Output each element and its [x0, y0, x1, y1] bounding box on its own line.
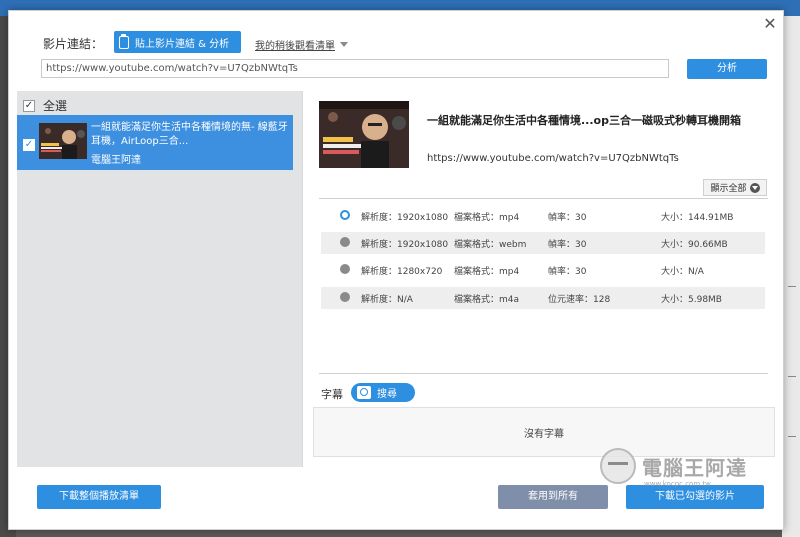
analyze-button[interactable]: 分析: [687, 59, 767, 79]
video-url: https://www.youtube.com/watch?v=U7QzbNWt…: [427, 153, 679, 164]
format-row[interactable]: 解析度：1280x720 檔案格式：mp4 幀率：30 大小：N/A: [321, 259, 765, 281]
format-size: 大小：144.91MB: [661, 213, 734, 223]
select-all[interactable]: ✓ 全選: [23, 97, 67, 114]
format-radio[interactable]: [340, 237, 350, 247]
search-icon: [357, 386, 371, 399]
format-rate: 幀率：30: [548, 213, 587, 223]
format-row[interactable]: 解析度：N/A 檔案格式：m4a 位元速率：128 大小：5.98MB: [321, 287, 765, 309]
video-list-panel: ✓ 全選 ✓ 一組就能滿足你生活中各種情境的無- 線藍牙耳機，AirLoop三合…: [17, 91, 302, 467]
section-divider: [319, 198, 768, 199]
close-button[interactable]: ✕: [761, 15, 779, 33]
format-type: 檔案格式：mp4: [454, 267, 520, 277]
paste-analyze-button[interactable]: 貼上影片連結 & 分析: [114, 31, 241, 53]
paste-analyze-label: 貼上影片連結 & 分析: [135, 38, 230, 50]
format-size: 大小：N/A: [661, 267, 704, 277]
format-resolution: 解析度：1920x1080: [361, 213, 449, 223]
format-type: 檔案格式：m4a: [454, 295, 520, 305]
watermark-logo-icon: [600, 448, 636, 484]
format-size: 大小：5.98MB: [661, 295, 722, 305]
format-size: 大小：90.66MB: [661, 240, 728, 250]
select-all-checkbox[interactable]: ✓: [23, 99, 35, 112]
no-subtitle-text: 沒有字幕: [524, 428, 564, 440]
video-thumbnail: [39, 123, 87, 159]
chevron-down-icon: [749, 182, 760, 193]
background-app-right: [782, 16, 800, 537]
format-radio[interactable]: [340, 264, 350, 274]
format-rate: 幀率：30: [548, 240, 587, 250]
clipboard-icon: [119, 33, 129, 49]
format-resolution: 解析度：N/A: [361, 295, 413, 305]
section-divider: [319, 373, 768, 374]
select-all-label: 全選: [43, 99, 68, 113]
watermark: 電腦王阿達 www.kocpc.com.tw: [600, 446, 780, 488]
close-icon: ✕: [763, 14, 777, 33]
video-item-channel: 電腦王阿達: [91, 155, 141, 166]
format-type: 檔案格式：webm: [454, 240, 527, 250]
subtitle-search-button[interactable]: 搜尋: [351, 383, 415, 402]
format-row[interactable]: 解析度：1920x1080 檔案格式：mp4 幀率：30 大小：144.91MB: [321, 205, 765, 227]
subtitle-label: 字幕: [321, 388, 343, 401]
watermark-brand: 電腦王阿達: [642, 455, 747, 480]
format-radio[interactable]: [340, 292, 350, 302]
panel-divider: [302, 91, 303, 467]
format-type: 檔案格式：mp4: [454, 213, 520, 223]
apply-all-button[interactable]: 套用到所有: [498, 485, 608, 509]
format-resolution: 解析度：1280x720: [361, 267, 443, 277]
background-divider: [788, 286, 796, 287]
video-preview-thumbnail: [319, 101, 409, 168]
video-title: 一組就能滿足你生活中各種情境...op三合一磁吸式秒轉耳機開箱: [427, 114, 741, 127]
list-item[interactable]: ✓ 一組就能滿足你生活中各種情境的無- 線藍牙耳機，AirLoop三合... 電…: [17, 115, 293, 170]
watch-later-link[interactable]: 我的稍後觀看清單: [255, 37, 348, 52]
download-selected-button[interactable]: 下載已勾選的影片: [626, 485, 764, 509]
background-divider: [788, 436, 796, 437]
subtitle-search-label: 搜尋: [377, 389, 397, 400]
format-radio[interactable]: [340, 210, 350, 220]
download-playlist-button[interactable]: 下載整個播放清單: [37, 485, 161, 509]
video-checkbox[interactable]: ✓: [23, 139, 35, 151]
format-rate: 幀率：30: [548, 267, 587, 277]
watch-later-label: 我的稍後觀看清單: [255, 41, 335, 52]
video-item-title: 一組就能滿足你生活中各種情境的無- 線藍牙耳機，AirLoop三合...: [91, 122, 288, 147]
url-input[interactable]: [41, 59, 669, 78]
background-divider: [788, 376, 796, 377]
url-label: 影片連結：: [43, 37, 104, 51]
show-all-label: 顯示全部: [710, 184, 747, 194]
format-row[interactable]: 解析度：1920x1080 檔案格式：webm 幀率：30 大小：90.66MB: [321, 232, 765, 254]
show-all-button[interactable]: 顯示全部: [703, 179, 767, 196]
dropdown-arrow-icon: [340, 42, 348, 47]
watermark-domain: www.kocpc.com.tw: [644, 480, 711, 488]
format-rate: 位元速率：128: [548, 295, 611, 305]
format-resolution: 解析度：1920x1080: [361, 240, 449, 250]
